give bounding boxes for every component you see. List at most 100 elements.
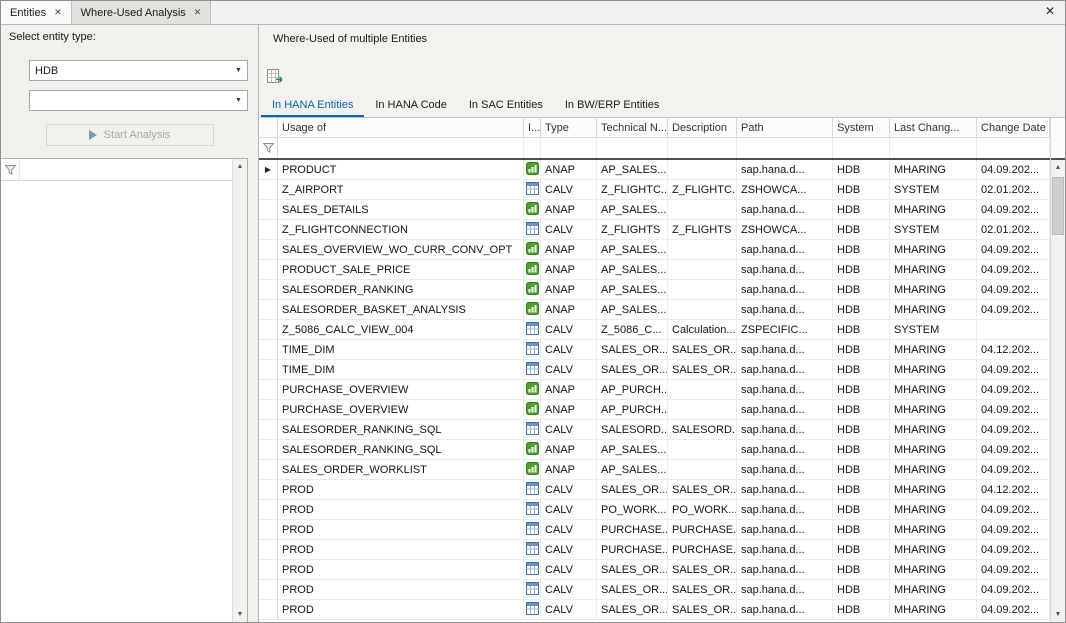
- cell-change_date: 04.12.202...: [977, 340, 1050, 359]
- cell-path: sap.hana.d...: [737, 200, 833, 219]
- table-row[interactable]: SALES_ORDER_WORKLISTANAPAP_SALES...sap.h…: [259, 460, 1050, 480]
- table-row[interactable]: SALESORDER_RANKINGANAPAP_SALES...sap.han…: [259, 280, 1050, 300]
- column-header-description[interactable]: Description: [668, 118, 737, 137]
- close-icon[interactable]: ✕: [54, 8, 62, 17]
- cell-last_changed: MHARING: [890, 420, 977, 439]
- filter-cell-description[interactable]: [668, 138, 737, 158]
- table-row[interactable]: PRODCALVSALES_OR...SALES_OR...sap.hana.d…: [259, 600, 1050, 620]
- entity-list-filter-row[interactable]: [1, 159, 232, 181]
- cell-change_date: 04.09.202...: [977, 580, 1050, 599]
- row-indicator: [259, 240, 278, 259]
- cell-usage: Z_AIRPORT: [278, 180, 524, 199]
- table-row[interactable]: PRODCALVSALES_OR...SALES_OR...sap.hana.d…: [259, 580, 1050, 600]
- cell-system: HDB: [833, 500, 890, 519]
- filter-funnel-icon[interactable]: [259, 138, 278, 158]
- column-header-system[interactable]: System: [833, 118, 890, 137]
- tab-in-sac-entities[interactable]: In SAC Entities: [458, 95, 554, 117]
- window-close-icon[interactable]: ✕: [1045, 5, 1055, 17]
- chevron-down-icon[interactable]: ▼: [230, 61, 247, 80]
- entity-type-dropdown[interactable]: HDB ▼: [29, 60, 248, 81]
- cell-path: sap.hana.d...: [737, 600, 833, 619]
- column-header-usage[interactable]: Usage of: [278, 118, 524, 137]
- scrollbar-track[interactable]: [1051, 175, 1065, 607]
- row-indicator: [259, 180, 278, 199]
- sidebar-scrollbar[interactable]: ▲ ▼: [232, 159, 247, 622]
- row-indicator: [259, 600, 278, 619]
- table-row[interactable]: SALES_DETAILSANAPAP_SALES...sap.hana.d..…: [259, 200, 1050, 220]
- tab-in-hana-code[interactable]: In HANA Code: [364, 95, 458, 117]
- cell-path: sap.hana.d...: [737, 580, 833, 599]
- cell-usage: PROD: [278, 600, 524, 619]
- scroll-up-icon[interactable]: ▲: [233, 159, 247, 174]
- filter-cell-path[interactable]: [737, 138, 833, 158]
- column-header-change_date[interactable]: Change Date: [977, 118, 1050, 137]
- filter-cell-usage[interactable]: [278, 138, 524, 158]
- table-row[interactable]: PRODCALVSALES_OR...SALES_OR...sap.hana.d…: [259, 480, 1050, 500]
- cell-path: sap.hana.d...: [737, 500, 833, 519]
- cell-last_changed: MHARING: [890, 460, 977, 479]
- scrollbar-track[interactable]: [233, 174, 247, 607]
- scroll-up-icon[interactable]: ▲: [1051, 160, 1065, 175]
- entity-list-body[interactable]: [1, 181, 232, 622]
- table-row[interactable]: SALES_OVERVIEW_WO_CURR_CONV_OPTANAPAP_SA…: [259, 240, 1050, 260]
- cell-system: HDB: [833, 160, 890, 179]
- table-row[interactable]: PURCHASE_OVERVIEWANAPAP_PURCH...sap.hana…: [259, 380, 1050, 400]
- table-row[interactable]: ▶PRODUCTANAPAP_SALES...sap.hana.d...HDBM…: [259, 160, 1050, 180]
- table-row[interactable]: TIME_DIMCALVSALES_OR...SALES_OR...sap.ha…: [259, 340, 1050, 360]
- cell-change_date: 04.09.202...: [977, 360, 1050, 379]
- cell-description: Z_FLIGHTC...: [668, 180, 737, 199]
- table-row[interactable]: PURCHASE_OVERVIEWANAPAP_PURCH...sap.hana…: [259, 400, 1050, 420]
- filter-cell-change_date[interactable]: [977, 138, 1050, 158]
- table-row[interactable]: Z_AIRPORTCALVZ_FLIGHTC...Z_FLIGHTC...ZSH…: [259, 180, 1050, 200]
- table-row[interactable]: PRODCALVSALES_OR...SALES_OR...sap.hana.d…: [259, 560, 1050, 580]
- chevron-down-icon[interactable]: ▼: [230, 91, 247, 110]
- table-row[interactable]: Z_FLIGHTCONNECTIONCALVZ_FLIGHTSZ_FLIGHTS…: [259, 220, 1050, 240]
- doc-tab-where-used-analysis[interactable]: Where-Used Analysis ✕: [72, 1, 212, 24]
- table-row[interactable]: SALESORDER_RANKING_SQLCALVSALESORD...SAL…: [259, 420, 1050, 440]
- close-icon[interactable]: ✕: [194, 8, 202, 17]
- table-row[interactable]: PRODCALVPO_WORK...PO_WORK...sap.hana.d..…: [259, 500, 1050, 520]
- cell-system: HDB: [833, 260, 890, 279]
- column-header-last_changed[interactable]: Last Chang...: [890, 118, 977, 137]
- filter-cell-technical[interactable]: [597, 138, 668, 158]
- tab-in-bw-erp-entities[interactable]: In BW/ERP Entities: [554, 95, 671, 117]
- filter-cell-last_changed[interactable]: [890, 138, 977, 158]
- cell-change_date: 04.09.202...: [977, 380, 1050, 399]
- column-header-technical[interactable]: Technical N...: [597, 118, 668, 137]
- table-row[interactable]: SALESORDER_RANKING_SQLANAPAP_SALES...sap…: [259, 440, 1050, 460]
- cell-type: ANAP: [541, 240, 597, 259]
- filter-cell-type[interactable]: [541, 138, 597, 158]
- cell-path: sap.hana.d...: [737, 400, 833, 419]
- cell-usage: SALESORDER_RANKING: [278, 280, 524, 299]
- row-indicator: [259, 440, 278, 459]
- start-analysis-button[interactable]: Start Analysis: [46, 124, 214, 146]
- entity-dropdown[interactable]: ▼: [29, 90, 248, 111]
- export-button[interactable]: [264, 69, 286, 87]
- table-row[interactable]: PRODUCT_SALE_PRICEANAPAP_SALES...sap.han…: [259, 260, 1050, 280]
- cell-usage: SALES_DETAILS: [278, 200, 524, 219]
- cell-description: [668, 280, 737, 299]
- filter-cell-icon[interactable]: [524, 138, 541, 158]
- calculation-view-icon: [526, 322, 539, 338]
- column-header-path[interactable]: Path: [737, 118, 833, 137]
- filter-funnel-icon[interactable]: [1, 159, 20, 180]
- table-row[interactable]: PRODCALVPURCHASE...PURCHASE...sap.hana.d…: [259, 540, 1050, 560]
- table-row[interactable]: TIME_DIMCALVSALES_OR...SALES_OR...sap.ha…: [259, 360, 1050, 380]
- cell-type: ANAP: [541, 160, 597, 179]
- column-header-type[interactable]: Type: [541, 118, 597, 137]
- scroll-down-icon[interactable]: ▼: [1051, 607, 1065, 622]
- analytic-view-icon: [526, 162, 539, 178]
- tab-in-hana-entities[interactable]: In HANA Entities: [261, 95, 364, 117]
- entity-type-value: HDB: [30, 65, 230, 77]
- doc-tab-entities[interactable]: Entities ✕: [1, 1, 72, 24]
- table-row[interactable]: Z_5086_CALC_VIEW_004CALVZ_5086_C...Calcu…: [259, 320, 1050, 340]
- column-header-icon[interactable]: I...: [524, 118, 541, 137]
- analytic-view-icon: [526, 282, 539, 298]
- table-row[interactable]: PRODCALVPURCHASE...PURCHASE...sap.hana.d…: [259, 520, 1050, 540]
- table-row[interactable]: SALESORDER_BASKET_ANALYSISANAPAP_SALES..…: [259, 300, 1050, 320]
- grid-scrollbar[interactable]: ▲ ▼: [1050, 118, 1065, 622]
- scroll-down-icon[interactable]: ▼: [233, 607, 247, 622]
- cell-system: HDB: [833, 360, 890, 379]
- scrollbar-thumb[interactable]: [1052, 177, 1064, 235]
- filter-cell-system[interactable]: [833, 138, 890, 158]
